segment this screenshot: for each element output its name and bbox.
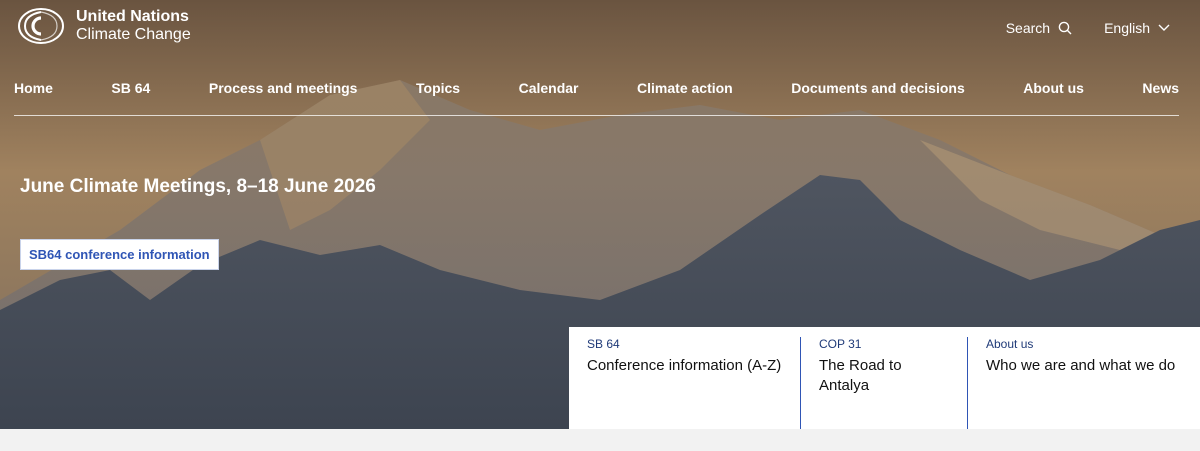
nav-item-sb64[interactable]: SB 64 <box>111 78 150 115</box>
card-who-we-are[interactable]: About us Who we are and what we do <box>968 337 1200 429</box>
nav-item-topics[interactable]: Topics <box>416 78 460 115</box>
brand-line-1: United Nations <box>76 7 189 25</box>
search-label: Search <box>1005 20 1051 36</box>
unfccc-logo-icon <box>18 8 64 44</box>
card-conference-information[interactable]: SB 64 Conference information (A-Z) <box>569 337 801 429</box>
nav-item-about-us[interactable]: About us <box>1023 78 1084 115</box>
card-title: The Road to Antalya <box>819 357 902 395</box>
feature-cards: SB 64 Conference information (A-Z) COP 3… <box>569 327 1200 429</box>
brand-logo[interactable]: United Nations Climate Change <box>16 6 191 46</box>
nav-item-news[interactable]: News <box>1142 78 1179 115</box>
nav-item-calendar[interactable]: Calendar <box>519 78 579 115</box>
nav-item-process-and-meetings[interactable]: Process and meetings <box>209 78 358 115</box>
card-eyebrow: COP 31 <box>819 337 862 351</box>
conference-info-button[interactable]: SB64 conference information <box>20 239 219 270</box>
card-eyebrow: SB 64 <box>587 337 620 351</box>
brand-line-2: Climate Change <box>76 26 191 43</box>
nav-item-climate-action[interactable]: Climate action <box>637 78 733 115</box>
card-title: Who we are and what we do <box>986 357 1176 374</box>
card-eyebrow: About us <box>986 337 1034 351</box>
card-road-to-antalya[interactable]: COP 31 The Road to Antalya <box>801 337 968 429</box>
hero-headline: June Climate Meetings, 8–18 June 2026 <box>20 176 376 197</box>
nav-item-documents-and-decisions[interactable]: Documents and decisions <box>791 78 964 115</box>
utility-bar: Search English <box>1006 20 1170 36</box>
card-title: Conference information (A-Z) <box>587 357 782 374</box>
search-icon <box>1058 21 1072 35</box>
hero-banner: United Nations Climate Change Search Eng… <box>0 0 1200 429</box>
main-navigation: Home SB 64 Process and meetings Topics C… <box>14 78 1179 116</box>
chevron-down-icon <box>1158 24 1170 31</box>
language-selector[interactable]: English <box>1104 20 1170 36</box>
search-button[interactable]: Search <box>1006 20 1072 36</box>
nav-item-home[interactable]: Home <box>14 78 53 115</box>
language-label: English <box>1104 20 1150 36</box>
